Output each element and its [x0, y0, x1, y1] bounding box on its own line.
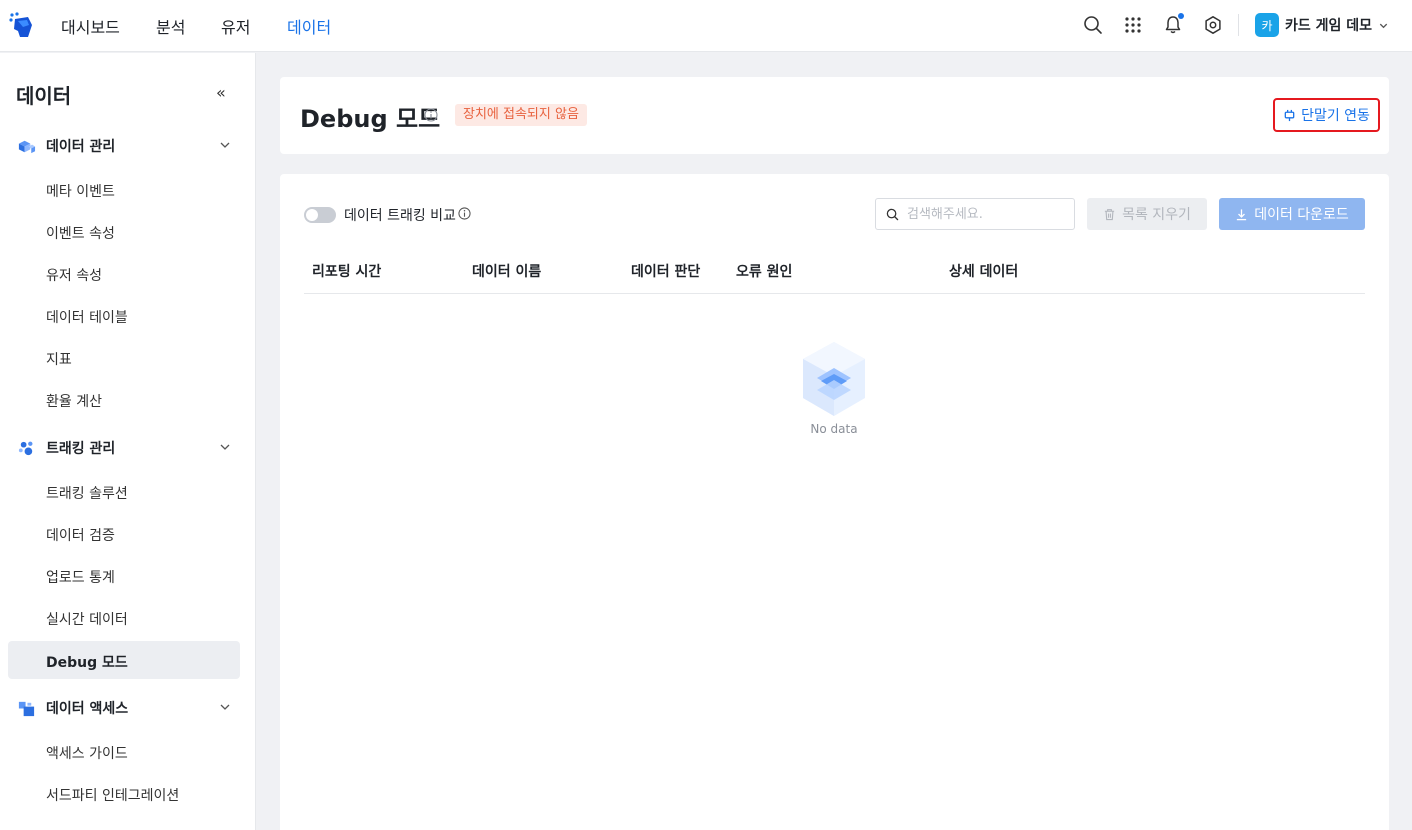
sidebar-item-meta-events[interactable]: 메타 이벤트 — [46, 181, 115, 201]
compare-tracking-toggle[interactable] — [304, 207, 336, 223]
page-title: Debug 모드 — [300, 105, 441, 133]
topbar-divider — [1238, 14, 1239, 36]
trash-icon — [1104, 208, 1115, 220]
info-icon[interactable] — [424, 108, 438, 122]
sidebar-item-data-table[interactable]: 데이터 테이블 — [46, 307, 128, 327]
project-switcher[interactable]: 카 카드 게임 데모 — [1255, 13, 1389, 37]
sidebar-item-metrics[interactable]: 지표 — [46, 349, 72, 369]
apps-grid-icon[interactable] — [1122, 14, 1144, 36]
search-input[interactable] — [907, 206, 1067, 222]
sidebar: 데이터 « 데이터 관리 메타 이벤트 이벤트 속성 유저 속성 데이터 테이블… — [0, 53, 256, 830]
sidebar-group-label: 데이터 액세스 — [46, 701, 129, 717]
sidebar-item-label: Debug 모드 — [46, 655, 128, 671]
nav-users[interactable]: 유저 — [221, 14, 250, 38]
table-header: 리포팅 시간 데이터 이름 데이터 판단 오류 원인 상세 데이터 — [304, 244, 1365, 294]
sidebar-item-tracking-solution[interactable]: 트래킹 솔루션 — [46, 483, 128, 503]
bell-icon[interactable] — [1162, 13, 1184, 36]
plug-icon — [1284, 109, 1295, 121]
column-header-report-time[interactable]: 리포팅 시간 — [312, 261, 381, 281]
sidebar-group-data-access[interactable]: 데이터 액세스 — [16, 696, 240, 720]
chevron-down-icon — [1379, 23, 1388, 28]
gear-icon[interactable] — [1202, 14, 1224, 36]
notification-dot — [1178, 13, 1184, 19]
nav-dashboard[interactable]: 대시보드 — [61, 14, 120, 38]
nav-data[interactable]: 데이터 — [287, 14, 331, 38]
search-icon — [886, 208, 899, 220]
column-header-data-name[interactable]: 데이터 이름 — [472, 261, 541, 281]
nav-analysis[interactable]: 분석 — [156, 14, 185, 38]
sidebar-item-upload-stats[interactable]: 업로드 통계 — [46, 567, 115, 587]
sidebar-item-event-properties[interactable]: 이벤트 속성 — [46, 223, 115, 243]
chevron-down-icon — [220, 142, 230, 148]
download-data-label: 데이터 다운로드 — [1254, 207, 1349, 223]
debug-data-card: 데이터 트래킹 비교 목록 지우기 데이터 다운로드 리포팅 시간 데이터 이름… — [280, 174, 1389, 830]
empty-box-icon — [803, 342, 865, 416]
sidebar-group-data-management[interactable]: 데이터 관리 — [16, 134, 240, 158]
top-navigation-bar: 대시보드 분석 유저 데이터 카 카드 게임 데모 — [0, 0, 1412, 52]
column-header-data-judgement[interactable]: 데이터 판단 — [631, 261, 700, 281]
sidebar-item-third-party-integration[interactable]: 서드파티 인테그레이션 — [46, 785, 179, 805]
clear-list-label: 목록 지우기 — [1122, 207, 1191, 223]
chevron-down-icon — [220, 704, 230, 710]
sidebar-item-realtime-data[interactable]: 실시간 데이터 — [46, 609, 128, 629]
search-field — [875, 198, 1075, 230]
tracking-icon — [16, 438, 36, 458]
page-header-card: Debug 모드 장치에 접속되지 않음 단말기 연동 — [280, 77, 1389, 154]
compare-tracking-label: 데이터 트래킹 비교 — [344, 208, 456, 224]
empty-state-text: No data — [810, 422, 858, 436]
sidebar-title: 데이터 — [16, 84, 72, 108]
sidebar-item-user-properties[interactable]: 유저 속성 — [46, 265, 102, 285]
search-icon[interactable] — [1082, 14, 1104, 36]
sidebar-item-data-validation[interactable]: 데이터 검증 — [46, 525, 115, 545]
app-logo-icon[interactable] — [8, 11, 36, 39]
connect-device-label: 단말기 연동 — [1301, 108, 1370, 124]
download-data-button[interactable]: 데이터 다운로드 — [1219, 198, 1365, 230]
toggle-knob — [306, 209, 318, 221]
sidebar-group-label: 트래킹 관리 — [46, 441, 116, 457]
info-icon[interactable] — [458, 207, 471, 220]
connect-device-button[interactable]: 단말기 연동 — [1273, 98, 1380, 132]
chevron-down-icon — [220, 444, 230, 450]
access-icon — [16, 698, 36, 718]
project-name: 카드 게임 데모 — [1285, 18, 1373, 34]
sidebar-group-tracking-management[interactable]: 트래킹 관리 — [16, 436, 240, 460]
clear-list-button[interactable]: 목록 지우기 — [1087, 198, 1207, 230]
sidebar-group-label: 데이터 관리 — [46, 139, 116, 155]
collapse-sidebar-icon[interactable]: « — [216, 85, 226, 101]
cubes-icon — [16, 136, 36, 156]
status-badge: 장치에 접속되지 않음 — [455, 104, 587, 126]
column-header-error-cause[interactable]: 오류 원인 — [736, 261, 792, 281]
sidebar-item-access-guide[interactable]: 액세스 가이드 — [46, 743, 128, 763]
empty-state: No data — [784, 340, 884, 436]
download-icon — [1237, 208, 1247, 220]
column-header-detail-data[interactable]: 상세 데이터 — [949, 261, 1018, 281]
project-avatar: 카 — [1255, 13, 1279, 37]
sidebar-item-exchange-rate[interactable]: 환율 계산 — [46, 391, 102, 411]
